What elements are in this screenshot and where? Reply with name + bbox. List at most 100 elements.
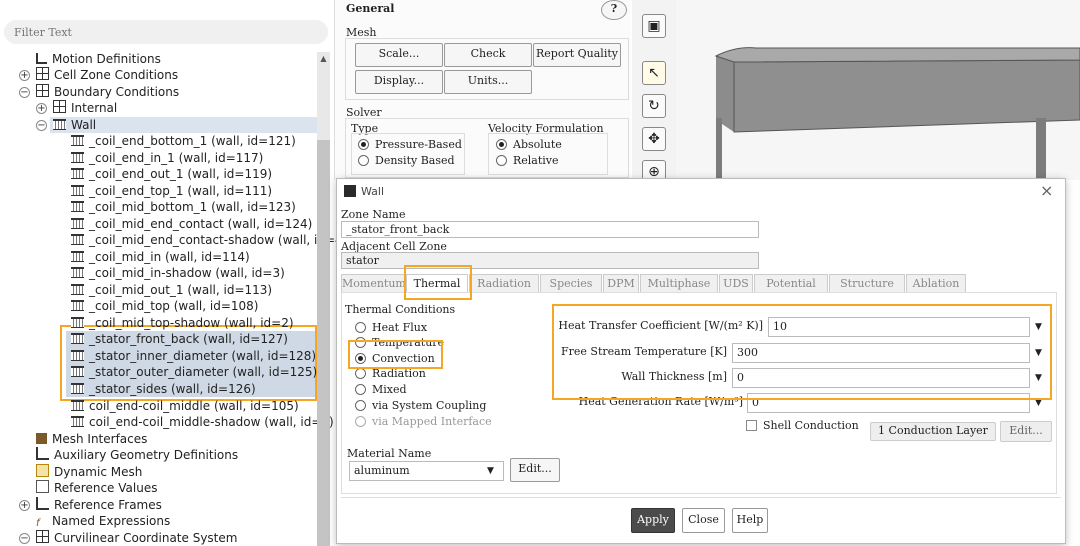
- dialog-title: Wall: [361, 185, 385, 198]
- tree-item-wall-zone[interactable]: _coil_end_in_1 (wall, id=117): [71, 150, 263, 166]
- tree-item-wall-zone[interactable]: _coil_mid_out_1 (wall, id=113): [71, 282, 272, 298]
- apply-button[interactable]: Apply: [631, 508, 675, 533]
- tree-item-cell-zone-conditions[interactable]: Cell Zone Conditions: [36, 67, 178, 83]
- scroll-up-arrow-icon[interactable]: ▲: [317, 52, 330, 66]
- tree-item-internal[interactable]: Internal: [53, 100, 117, 116]
- wall-icon: [71, 234, 84, 245]
- tree-item-wall[interactable]: Wall: [53, 117, 96, 133]
- wall-icon: [71, 383, 84, 394]
- dynamic-mesh-icon: [36, 464, 49, 477]
- edit-layer-button[interactable]: Edit...: [1000, 421, 1052, 442]
- collapse-icon[interactable]: −: [36, 120, 47, 131]
- graphics-viewport[interactable]: [676, 0, 1080, 180]
- tree-item-auxiliary-geometry[interactable]: Auxiliary Geometry Definitions: [36, 447, 238, 463]
- help-button[interactable]: Help: [732, 508, 768, 533]
- tree-scrollbar-thumb[interactable]: [317, 140, 330, 546]
- tab-structure[interactable]: Structure: [829, 274, 905, 293]
- relative-radio[interactable]: [496, 155, 507, 166]
- function-icon: f: [36, 518, 40, 529]
- wall-icon: [71, 350, 84, 361]
- tab-potential[interactable]: Potential: [754, 274, 828, 293]
- tab-species[interactable]: Species: [540, 274, 602, 293]
- expand-icon[interactable]: +: [19, 500, 30, 511]
- tree-item-wall-zone[interactable]: _coil_mid_top (wall, id=108): [71, 298, 258, 314]
- radiation-radio[interactable]: [355, 368, 366, 379]
- heat-flux-radio[interactable]: [355, 322, 366, 333]
- material-name-select[interactable]: aluminum: [349, 461, 504, 481]
- help-icon[interactable]: ?: [601, 0, 627, 20]
- mixed-radio[interactable]: [355, 384, 366, 395]
- system-coupling-radio[interactable]: [355, 400, 366, 411]
- wall-icon: [71, 251, 84, 262]
- wall-icon: [71, 201, 84, 212]
- shell-conduction-checkbox[interactable]: [746, 420, 757, 431]
- mapped-interface-radio[interactable]: [355, 416, 366, 427]
- close-icon[interactable]: ×: [1040, 181, 1053, 200]
- grid-icon: [36, 84, 49, 97]
- tab-ablation[interactable]: Ablation: [906, 274, 966, 293]
- tree-item-motion-definitions[interactable]: Motion Definitions: [36, 51, 161, 67]
- wall-icon: [71, 400, 84, 411]
- mixed-label: Mixed: [372, 383, 407, 396]
- tree-item-wall-zone-selected[interactable]: _stator_outer_diameter (wall, id=125): [71, 364, 317, 380]
- tree-item-named-expressions[interactable]: f Named Expressions: [36, 513, 170, 529]
- footer-divider: [341, 497, 1061, 498]
- tree-item-dynamic-mesh[interactable]: Dynamic Mesh: [36, 464, 142, 480]
- thermal-conditions-label: Thermal Conditions: [345, 303, 456, 316]
- tree-item-wall-zone-selected[interactable]: _stator_inner_diameter (wall, id=128): [71, 348, 316, 364]
- tree-item-wall-zone[interactable]: coil_end-coil_middle (wall, id=105): [71, 398, 299, 414]
- units-button[interactable]: Units...: [444, 70, 532, 94]
- tab-momentum[interactable]: Momentum: [341, 274, 406, 293]
- report-quality-button[interactable]: Report Quality: [533, 43, 621, 67]
- display-button[interactable]: Display...: [355, 70, 443, 94]
- tab-dpm[interactable]: DPM: [603, 274, 639, 293]
- tree-item-mesh-interfaces[interactable]: Mesh Interfaces: [36, 431, 147, 447]
- convection-fields-outline: [552, 304, 1052, 400]
- absolute-radio[interactable]: [496, 139, 507, 150]
- tree-item-wall-zone[interactable]: coil_end-coil_middle-shadow (wall, id=1): [71, 414, 334, 430]
- tree-item-wall-zone[interactable]: _coil_end_out_1 (wall, id=119): [71, 166, 272, 182]
- wall-icon: [71, 300, 84, 311]
- collapse-icon[interactable]: −: [19, 533, 30, 544]
- tree-item-wall-zone-selected[interactable]: _stator_front_back (wall, id=127): [71, 331, 288, 347]
- tree-item-wall-zone[interactable]: _coil_mid_end_contact-shadow (wall, id=4: [71, 232, 343, 248]
- tree-item-wall-zone[interactable]: _coil_end_bottom_1 (wall, id=121): [71, 133, 296, 149]
- tree-item-reference-values[interactable]: Reference Values: [36, 480, 157, 496]
- conduction-layer-button[interactable]: 1 Conduction Layer: [870, 422, 996, 441]
- edit-material-button[interactable]: Edit...: [510, 458, 560, 482]
- tree-item-wall-zone[interactable]: _coil_mid_top-shadow (wall, id=2): [71, 315, 294, 331]
- expand-icon[interactable]: +: [36, 103, 47, 114]
- zone-name-input[interactable]: _stator_front_back: [341, 221, 759, 238]
- system-coupling-label: via System Coupling: [372, 399, 487, 412]
- rotate-icon[interactable]: ↻: [642, 94, 666, 118]
- scale-button[interactable]: Scale...: [355, 43, 443, 67]
- density-based-radio[interactable]: [358, 155, 369, 166]
- fluent-logo-icon: [344, 185, 356, 197]
- axes-icon: [36, 497, 49, 510]
- tree-item-curvilinear-coordinate-system[interactable]: Curvilinear Coordinate System: [36, 530, 237, 546]
- wall-dialog: Wall × Zone Name _stator_front_back Adja…: [336, 178, 1066, 544]
- filter-text-input[interactable]: [4, 20, 328, 44]
- tab-multiphase[interactable]: Multiphase: [640, 274, 718, 293]
- tree-item-wall-zone[interactable]: _coil_mid_in-shadow (wall, id=3): [71, 265, 285, 281]
- close-button[interactable]: Close: [682, 508, 725, 533]
- view-cube-icon[interactable]: ▣: [642, 14, 666, 38]
- tab-radiation[interactable]: Radiation: [469, 274, 539, 293]
- expand-icon[interactable]: +: [19, 70, 30, 81]
- check-button[interactable]: Check: [444, 43, 532, 67]
- pan-icon[interactable]: ✥: [642, 127, 666, 151]
- dialog-titlebar[interactable]: [337, 179, 1065, 203]
- tree-item-wall-zone-selected[interactable]: _stator_sides (wall, id=126): [71, 381, 256, 397]
- tree-item-wall-zone[interactable]: _coil_mid_end_contact (wall, id=124): [71, 216, 312, 232]
- tree-item-wall-zone[interactable]: _coil_mid_bottom_1 (wall, id=123): [71, 199, 296, 215]
- tree-item-reference-frames[interactable]: Reference Frames: [36, 497, 162, 513]
- collapse-icon[interactable]: −: [19, 87, 30, 98]
- tree-item-wall-zone[interactable]: _coil_mid_in (wall, id=114): [71, 249, 250, 265]
- tree-item-wall-zone[interactable]: _coil_end_top_1 (wall, id=111): [71, 183, 272, 199]
- pressure-based-radio[interactable]: [358, 139, 369, 150]
- pointer-icon[interactable]: ↖: [642, 61, 666, 85]
- dropdown-arrow-icon[interactable]: ▼: [487, 466, 494, 476]
- tree-item-boundary-conditions[interactable]: Boundary Conditions: [36, 84, 179, 100]
- tab-uds[interactable]: UDS: [719, 274, 753, 293]
- wall-icon: [71, 366, 84, 377]
